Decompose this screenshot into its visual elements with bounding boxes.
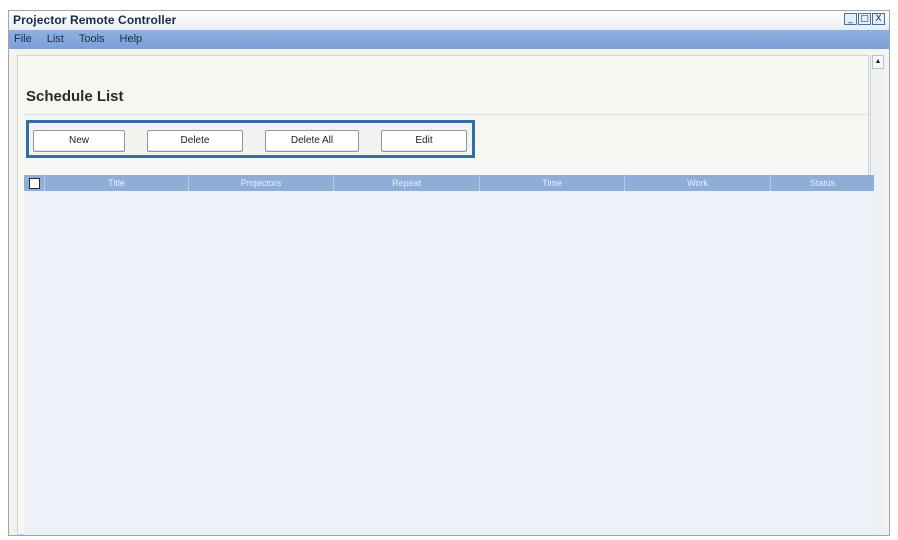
page-title: Schedule List — [26, 88, 124, 105]
delete-all-button[interactable]: Delete All — [265, 130, 359, 152]
menu-list[interactable]: List — [42, 30, 74, 49]
maximize-button[interactable]: □ — [858, 13, 871, 25]
select-all-checkbox[interactable] — [28, 177, 40, 189]
title-bar[interactable]: Projector Remote Controller _ □ X — [9, 11, 889, 30]
menu-bar: File List Tools Help — [9, 30, 889, 49]
heading-divider — [24, 114, 872, 115]
scroll-up-arrow-icon[interactable]: ▲ — [872, 55, 884, 69]
select-all-cell — [24, 175, 44, 191]
close-button[interactable]: X — [872, 13, 885, 25]
minimize-button[interactable]: _ — [844, 13, 857, 25]
menu-file[interactable]: File — [9, 30, 42, 49]
column-header-projectors[interactable]: Projectors — [188, 175, 333, 191]
column-header-time[interactable]: Time — [479, 175, 624, 191]
schedule-table-body[interactable] — [24, 191, 874, 535]
new-button[interactable]: New — [33, 130, 125, 152]
column-header-repeat[interactable]: Repeat — [333, 175, 479, 191]
menu-help[interactable]: Help — [115, 30, 153, 49]
schedule-table-header: Title Projectors Repeat Time Work Status — [24, 175, 874, 191]
window-controls: _ □ X — [844, 13, 885, 25]
window-title: Projector Remote Controller — [13, 13, 177, 27]
edit-button[interactable]: Edit — [381, 130, 467, 152]
menu-tools[interactable]: Tools — [74, 30, 115, 49]
column-header-work[interactable]: Work — [624, 175, 770, 191]
column-header-title[interactable]: Title — [44, 175, 188, 191]
column-header-status[interactable]: Status — [770, 175, 874, 191]
delete-button[interactable]: Delete — [147, 130, 243, 152]
